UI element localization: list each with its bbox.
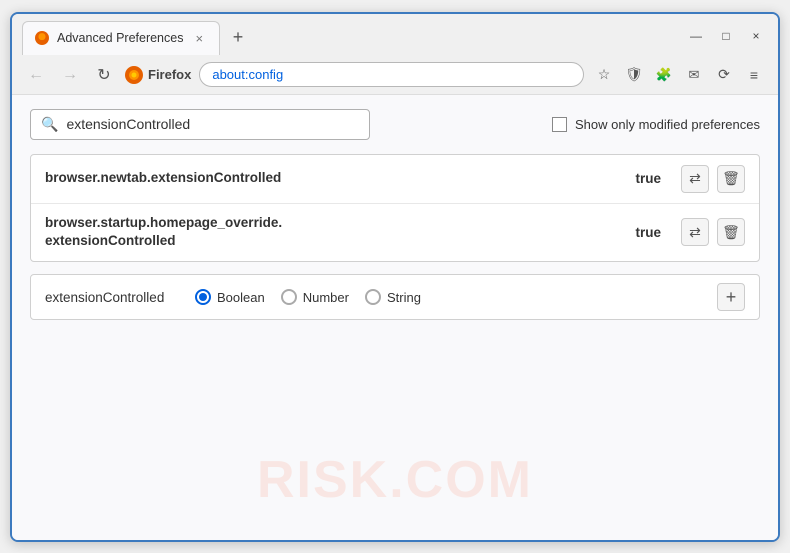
tab-favicon (35, 31, 49, 45)
add-pref-row: extensionControlled Boolean Number (30, 274, 760, 320)
shield-btn[interactable]: 🛡 (620, 61, 648, 89)
radio-circle-boolean (195, 289, 211, 305)
radio-circle-string (365, 289, 381, 305)
swap-icon-2: ⇄ (689, 224, 701, 241)
delete-icon-2: 🗑 (722, 224, 740, 241)
pref-actions-1: ⇄ 🗑 (681, 165, 745, 193)
sync-btn[interactable]: ⟳ (710, 61, 738, 89)
firefox-brand: Firefox (124, 65, 193, 85)
pref-actions-2: ⇄ 🗑 (681, 218, 745, 246)
search-icon: 🔍 (41, 116, 58, 133)
radio-group: Boolean Number String (195, 289, 421, 305)
radio-string[interactable]: String (365, 289, 421, 305)
reload-btn[interactable]: ↻ (90, 61, 118, 89)
mail-icon: ✉ (689, 67, 700, 83)
pref-name-2-line1: browser.startup.homepage_override. (45, 215, 282, 230)
browser-tab[interactable]: Advanced Preferences × (22, 21, 220, 55)
radio-inner-boolean (199, 293, 207, 301)
menu-btn[interactable]: ≡ (740, 61, 768, 89)
forward-btn[interactable]: → (56, 61, 84, 89)
title-bar: Advanced Preferences × + — □ × (12, 14, 778, 56)
back-icon: ← (28, 66, 44, 84)
delete-icon-1: 🗑 (722, 170, 740, 187)
minimize-btn[interactable]: — (684, 27, 708, 45)
delete-btn-2[interactable]: 🗑 (717, 218, 745, 246)
pref-name-1: browser.newtab.extensionControlled (45, 169, 625, 188)
radio-label-boolean: Boolean (217, 290, 265, 305)
pref-value-1: true (635, 171, 661, 186)
search-row: 🔍 extensionControlled Show only modified… (30, 109, 760, 140)
radio-label-string: String (387, 290, 421, 305)
radio-number[interactable]: Number (281, 289, 349, 305)
tab-title: Advanced Preferences (57, 31, 183, 45)
radio-circle-number (281, 289, 297, 305)
firefox-logo-icon (124, 65, 144, 85)
search-box[interactable]: 🔍 extensionControlled (30, 109, 370, 140)
show-modified-checkbox[interactable] (552, 117, 567, 132)
pref-value-2: true (635, 225, 661, 240)
watermark: RISK.COM (257, 450, 533, 510)
back-btn[interactable]: ← (22, 61, 50, 89)
forward-icon: → (62, 66, 78, 84)
pref-name-2: browser.startup.homepage_override. exten… (45, 214, 625, 252)
show-modified-label: Show only modified preferences (575, 117, 760, 132)
content-area: RISK.COM 🔍 extensionControlled Show only… (12, 95, 778, 540)
browser-window: Advanced Preferences × + — □ × ← → ↻ Fir… (10, 12, 780, 542)
maximize-btn[interactable]: □ (714, 27, 738, 45)
menu-icon: ≡ (750, 67, 758, 83)
extension-icon: 🧩 (656, 67, 672, 83)
extension-btn[interactable]: 🧩 (650, 61, 678, 89)
add-pref-btn[interactable]: + (717, 283, 745, 311)
close-btn[interactable]: × (744, 27, 768, 45)
table-row: browser.newtab.extensionControlled true … (31, 155, 759, 204)
show-modified-row: Show only modified preferences (552, 117, 760, 132)
window-controls: — □ × (684, 27, 768, 49)
search-input[interactable]: extensionControlled (66, 116, 190, 132)
swap-btn-2[interactable]: ⇄ (681, 218, 709, 246)
prefs-table: browser.newtab.extensionControlled true … (30, 154, 760, 263)
add-pref-name: extensionControlled (45, 290, 175, 305)
table-row: browser.startup.homepage_override. exten… (31, 204, 759, 262)
address-text: about:config (212, 67, 283, 82)
swap-icon-1: ⇄ (689, 170, 701, 187)
bookmark-icon: ☆ (598, 66, 611, 83)
browser-label: Firefox (148, 67, 191, 82)
shield-icon: 🛡 (625, 66, 643, 83)
nav-icons: ☆ 🛡 🧩 ✉ ⟳ ≡ (590, 61, 768, 89)
radio-label-number: Number (303, 290, 349, 305)
pref-name-2-line2: extensionControlled (45, 233, 176, 248)
swap-btn-1[interactable]: ⇄ (681, 165, 709, 193)
tab-close-btn[interactable]: × (191, 29, 207, 48)
reload-icon: ↻ (97, 65, 110, 85)
bookmark-btn[interactable]: ☆ (590, 61, 618, 89)
mail-btn[interactable]: ✉ (680, 61, 708, 89)
delete-btn-1[interactable]: 🗑 (717, 165, 745, 193)
nav-bar: ← → ↻ Firefox about:config ☆ � (12, 56, 778, 95)
new-tab-btn[interactable]: + (224, 24, 252, 52)
radio-boolean[interactable]: Boolean (195, 289, 265, 305)
address-bar[interactable]: about:config (199, 62, 584, 87)
sync-icon: ⟳ (718, 66, 730, 83)
